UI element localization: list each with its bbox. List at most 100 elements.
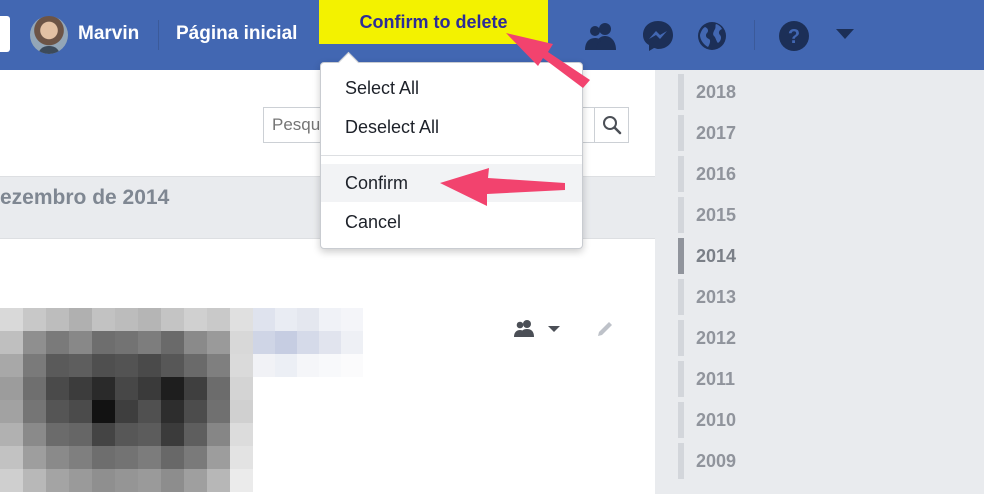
- censor-pixel: [23, 377, 46, 400]
- censor-pixel: [184, 423, 207, 446]
- censor-pixel: [341, 354, 363, 377]
- censor-pixel: [184, 469, 207, 492]
- censor-pixel: [69, 354, 92, 377]
- censor-pixel: [69, 400, 92, 423]
- censor-pixel: [92, 331, 115, 354]
- censor-pixel: [92, 354, 115, 377]
- censor-pixel: [230, 308, 253, 331]
- menu-item-deselect-all[interactable]: Deselect All: [321, 108, 582, 146]
- timeline-year-2011[interactable]: 2011: [678, 361, 798, 397]
- timeline-year-2013[interactable]: 2013: [678, 279, 798, 315]
- censor-pixel: [0, 446, 23, 469]
- censor-pixel: [23, 331, 46, 354]
- pencil-icon[interactable]: [594, 318, 616, 340]
- censor-pixel: [138, 469, 161, 492]
- censor-pixel: [230, 446, 253, 469]
- censor-pixel: [0, 308, 23, 331]
- selection-dropdown-menu: Select All Deselect All Confirm Cancel: [320, 62, 583, 249]
- menu-item-confirm[interactable]: Confirm: [321, 164, 582, 202]
- censor-pixel: [23, 308, 46, 331]
- censor-pixel: [253, 331, 275, 354]
- censor-pixel: [0, 331, 23, 354]
- friends-icon: [514, 320, 534, 337]
- censor-pixel: [161, 446, 184, 469]
- search-icon: [603, 116, 622, 135]
- censor-pixel: [92, 446, 115, 469]
- censor-pixel: [115, 354, 138, 377]
- censor-pixel: [138, 423, 161, 446]
- censor-pixel: [0, 354, 23, 377]
- avatar[interactable]: [30, 16, 68, 54]
- censor-pixel: [230, 423, 253, 446]
- month-section-title: ezembro de 2014: [0, 186, 170, 209]
- global-search-field[interactable]: [0, 16, 10, 52]
- timeline-year-2015[interactable]: 2015: [678, 197, 798, 233]
- censor-pixel: [184, 354, 207, 377]
- censor-pixel: [46, 423, 69, 446]
- censor-pixel: [115, 308, 138, 331]
- timeline-year-2009[interactable]: 2009: [678, 443, 798, 479]
- censor-pixel: [207, 446, 230, 469]
- home-link[interactable]: Página inicial: [176, 23, 297, 45]
- censor-pixel: [161, 400, 184, 423]
- censor-pixel: [138, 331, 161, 354]
- censor-pixel: [115, 400, 138, 423]
- censor-pixel: [138, 354, 161, 377]
- censor-pixel: [297, 354, 319, 377]
- censor-pixel: [46, 377, 69, 400]
- censor-pixel: [207, 423, 230, 446]
- censor-pixel: [207, 331, 230, 354]
- friends-icon[interactable]: [583, 18, 619, 54]
- blurred-photo: [0, 308, 253, 494]
- profile-link[interactable]: Marvin: [78, 23, 139, 45]
- timeline-year-2014[interactable]: 2014: [678, 238, 798, 274]
- censor-pixel: [253, 354, 275, 377]
- timeline-year-2018[interactable]: 2018: [678, 74, 798, 110]
- censor-pixel: [161, 469, 184, 492]
- censor-pixel: [161, 377, 184, 400]
- censor-pixel: [115, 331, 138, 354]
- timeline-year-2016[interactable]: 2016: [678, 156, 798, 192]
- censor-pixel: [92, 469, 115, 492]
- censor-pixel: [46, 331, 69, 354]
- censor-pixel: [0, 377, 23, 400]
- censor-pixel: [46, 354, 69, 377]
- menu-item-cancel[interactable]: Cancel: [321, 203, 582, 241]
- censor-pixel: [0, 423, 23, 446]
- messenger-icon[interactable]: [640, 18, 676, 54]
- censor-pixel: [138, 446, 161, 469]
- censor-pixel: [46, 469, 69, 492]
- nav-divider: [158, 20, 159, 50]
- censor-pixel: [0, 400, 23, 423]
- censor-pixel: [297, 308, 319, 331]
- censor-pixel: [0, 469, 23, 492]
- caret-down-icon[interactable]: [834, 24, 856, 44]
- menu-item-select-all[interactable]: Select All: [321, 69, 582, 107]
- censor-pixel: [230, 331, 253, 354]
- confirm-to-delete-button[interactable]: Confirm to delete: [319, 0, 548, 44]
- censor-pixel: [184, 308, 207, 331]
- censor-pixel: [184, 377, 207, 400]
- censor-pixel: [23, 400, 46, 423]
- search-button[interactable]: [594, 108, 628, 142]
- censor-pixel: [46, 446, 69, 469]
- censor-pixel: [341, 308, 363, 331]
- censor-pixel: [69, 331, 92, 354]
- censor-pixel: [69, 469, 92, 492]
- timeline-year-2012[interactable]: 2012: [678, 320, 798, 356]
- help-icon[interactable]: ?: [776, 18, 812, 54]
- censor-pixel: [297, 331, 319, 354]
- audience-selector[interactable]: [514, 318, 564, 340]
- timeline-year-2017[interactable]: 2017: [678, 115, 798, 151]
- censor-pixel: [161, 331, 184, 354]
- censor-pixel: [69, 308, 92, 331]
- censor-pixel: [184, 400, 207, 423]
- chevron-down-icon: [548, 326, 560, 332]
- censor-pixel: [23, 446, 46, 469]
- nav-divider: [754, 20, 755, 50]
- censor-pixel: [92, 423, 115, 446]
- censor-pixel: [319, 331, 341, 354]
- timeline-year-2010[interactable]: 2010: [678, 402, 798, 438]
- censor-pixel: [207, 354, 230, 377]
- globe-icon[interactable]: [694, 18, 730, 54]
